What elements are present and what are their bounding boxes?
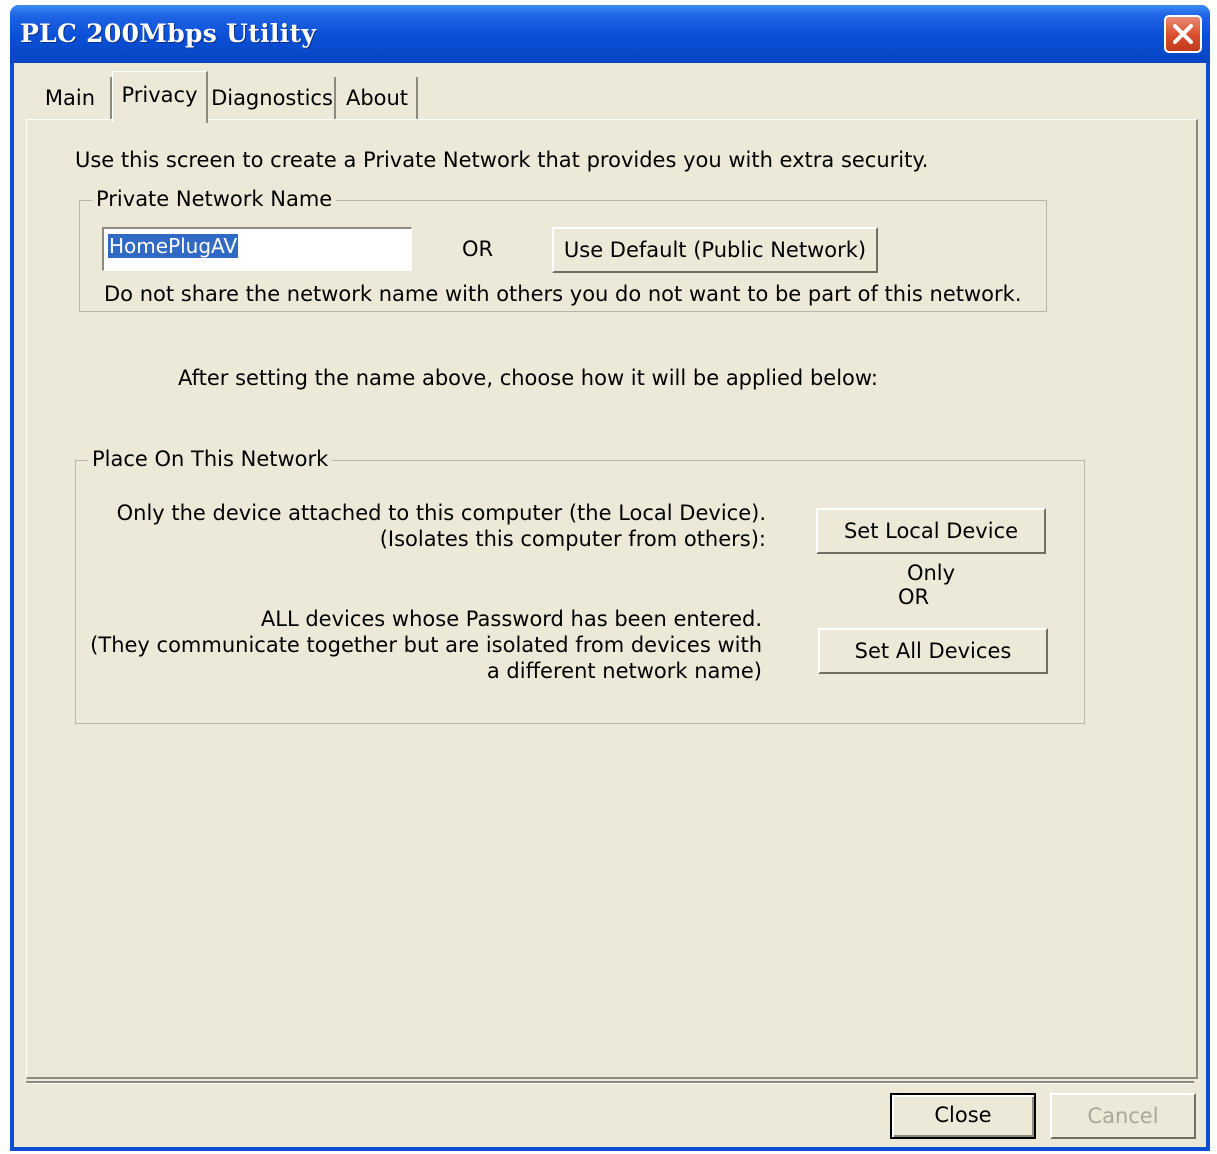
tab-about[interactable]: About — [338, 77, 418, 119]
privacy-tab-panel: Use this screen to create a Private Netw… — [26, 119, 1198, 1079]
place-on-network-legend: Place On This Network — [88, 447, 333, 471]
intro-text: Use this screen to create a Private Netw… — [75, 148, 929, 172]
dialog-client: Main Privacy Diagnostics About Use this … — [14, 63, 1206, 1147]
tab-diagnostics-label: Diagnostics — [211, 86, 333, 110]
place-on-network-group: Place On This Network Only the device at… — [75, 447, 1085, 724]
network-name-warning: Do not share the network name with other… — [104, 282, 1022, 306]
tab-diagnostics[interactable]: Diagnostics — [210, 77, 336, 119]
all-devices-description-line1: ALL devices whose Password has been ente… — [260, 607, 762, 631]
all-devices-description-line2: (They communicate together but are isola… — [90, 633, 762, 657]
private-network-legend: Private Network Name — [92, 187, 337, 211]
title-bar[interactable]: PLC 200Mbps Utility — [10, 5, 1210, 63]
close-icon — [1173, 24, 1193, 44]
close-window-button[interactable] — [1164, 15, 1202, 53]
network-name-input[interactable]: HomePlugAV — [102, 227, 412, 271]
tab-main[interactable]: Main — [30, 77, 112, 119]
tab-privacy[interactable]: Privacy — [112, 71, 208, 123]
tab-privacy-label: Privacy — [121, 83, 198, 107]
tab-about-label: About — [345, 86, 409, 110]
dialog-window: PLC 200Mbps Utility Main Privacy Diagnos… — [10, 5, 1210, 1151]
local-device-description-line1: Only the device attached to this compute… — [116, 501, 766, 525]
close-button[interactable]: Close — [890, 1093, 1036, 1139]
window-title: PLC 200Mbps Utility — [20, 19, 317, 48]
use-default-button[interactable]: Use Default (Public Network) — [552, 227, 878, 273]
set-local-device-only-button[interactable]: Set Local Device Only — [816, 508, 1046, 585]
private-network-group: Private Network Name HomePlugAV OR Use D… — [79, 187, 1047, 312]
all-devices-description-line3: a different network name) — [486, 659, 762, 683]
or-label-bottom: OR — [898, 585, 930, 609]
instruction-text: After setting the name above, choose how… — [178, 366, 878, 390]
cancel-button[interactable]: Cancel — [1050, 1093, 1196, 1139]
tab-main-label: Main — [44, 86, 96, 110]
network-name-value: HomePlugAV — [108, 234, 239, 258]
footer-separator — [26, 1081, 1194, 1084]
or-label-top: OR — [462, 237, 494, 261]
set-all-devices-button[interactable]: Set All Devices — [818, 628, 1048, 674]
local-device-description-line2: (Isolates this computer from others): — [379, 527, 766, 551]
